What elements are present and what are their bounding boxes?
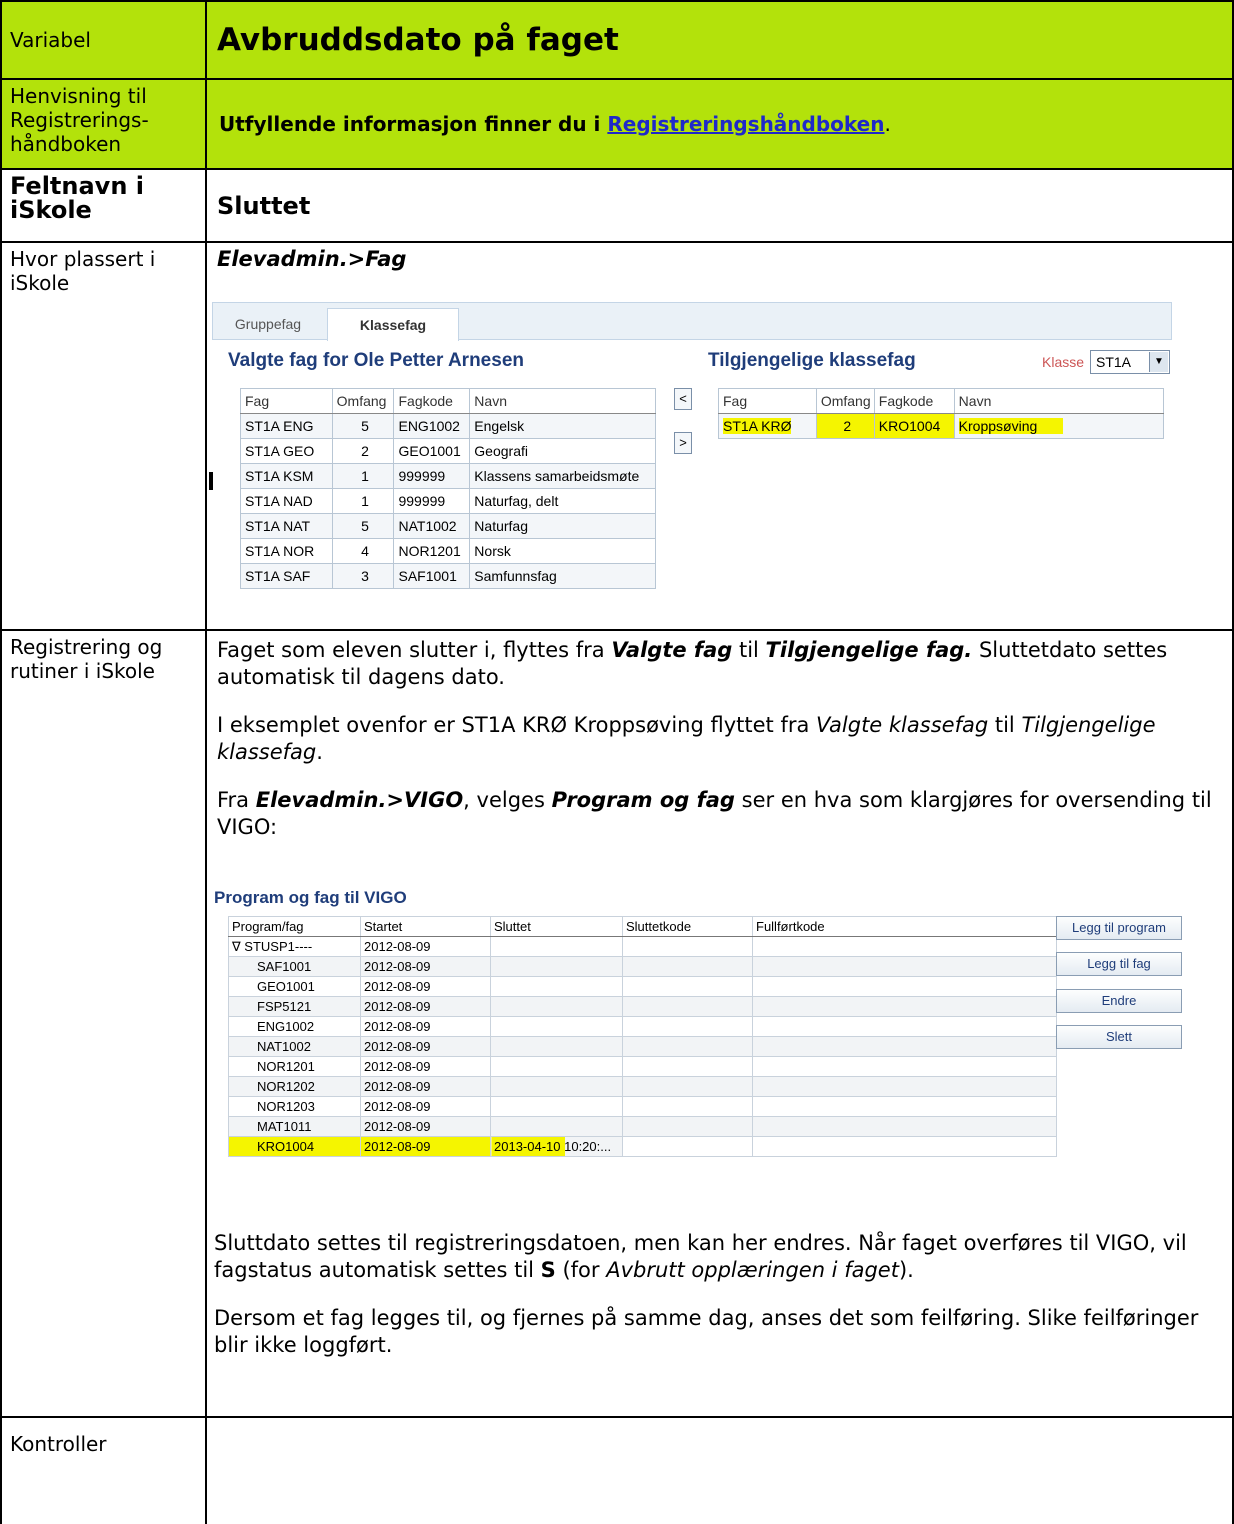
- legg-til-fag-button[interactable]: Legg til fag: [1056, 952, 1182, 976]
- col-navn[interactable]: Navn: [953, 388, 1165, 414]
- table-header: Program/fag Startet Sluttet Sluttetkode …: [228, 916, 1057, 937]
- label-hvor: Hvor plassert i iSkole: [0, 241, 207, 631]
- table-row[interactable]: ST1A ENG 5 ENG1002 Engelsk: [240, 413, 656, 439]
- hvor-path-text: Elevadmin.>Fag: [217, 247, 407, 271]
- row-variabel: Variabel Avbruddsdato på faget: [0, 0, 1234, 80]
- row-kontroller: Kontroller: [0, 1416, 1234, 1524]
- table-row[interactable]: ST1A NOR 4 NOR1201 Norsk: [240, 538, 656, 564]
- table-row[interactable]: ST1A SAF 3 SAF1001 Samfunnsfag: [240, 563, 656, 589]
- table-row[interactable]: SAF1001 2012-08-09: [228, 956, 1057, 977]
- col-fag[interactable]: Fag: [718, 388, 817, 414]
- col-program-fag[interactable]: Program/fag: [228, 916, 361, 937]
- paragraph-4: Sluttdato settes til registreringsdatoen…: [214, 1231, 1187, 1282]
- table-header: Fag Omfang Fagkode Navn: [240, 388, 656, 414]
- henvisning-suffix: .: [884, 112, 891, 136]
- chevron-down-icon[interactable]: ▼: [1149, 352, 1168, 372]
- table-row[interactable]: NAT1002 2012-08-09: [228, 1036, 1057, 1057]
- table-row[interactable]: ∇ STUSP1---- 2012-08-09: [228, 936, 1057, 957]
- tab-klassefag[interactable]: Klassefag: [327, 308, 459, 341]
- paragraph-1: Faget som eleven slutter i, flyttes fra …: [217, 638, 1168, 689]
- col-sluttetkode[interactable]: Sluttetkode: [622, 916, 753, 937]
- registreringshandboken-link[interactable]: Registreringshåndboken: [607, 112, 884, 136]
- tab-bar: Gruppefag Klassefag: [212, 302, 1172, 341]
- col-omfang[interactable]: Omfang: [331, 388, 395, 414]
- col-fagkode[interactable]: Fagkode: [873, 388, 955, 414]
- klasse-select[interactable]: ST1A ▼: [1090, 350, 1170, 374]
- label-variabel: Variabel: [0, 0, 207, 80]
- label-henvisning: Henvisning til Registrerings-håndboken: [0, 78, 207, 170]
- page-title: Avbruddsdato på faget: [205, 0, 1234, 80]
- table-row[interactable]: NOR1203 2012-08-09: [228, 1096, 1057, 1117]
- paragraph-2: I eksemplet ovenfor er ST1A KRØ Kroppsøv…: [217, 713, 1156, 764]
- henvisning-text: Utfyllende informasjon finner du i Regis…: [205, 78, 1234, 170]
- fag-screenshot: Gruppefag Klassefag Valgte fag for Ole P…: [209, 302, 1172, 600]
- table-row[interactable]: KRO1004 2012-08-09 2013-04-10 10:20:...: [228, 1136, 1057, 1157]
- table-row[interactable]: NOR1201 2012-08-09: [228, 1056, 1057, 1077]
- move-left-button[interactable]: <: [674, 388, 692, 410]
- valgte-fag-table: Fag Omfang Fagkode Navn ST1A ENG 5 ENG1002…: [240, 388, 656, 589]
- endre-button[interactable]: Endre: [1056, 989, 1182, 1013]
- row-henvisning: Henvisning til Registrerings-håndboken U…: [0, 78, 1234, 170]
- table-header: Fag Omfang Fagkode Navn: [718, 388, 1165, 414]
- vigo-table: Program/fag Startet Sluttet Sluttetkode …: [228, 916, 1057, 1157]
- col-startet[interactable]: Startet: [360, 916, 491, 937]
- slett-button[interactable]: Slett: [1056, 1025, 1182, 1049]
- legg-til-program-button[interactable]: Legg til program: [1056, 916, 1182, 940]
- table-row[interactable]: NOR1202 2012-08-09: [228, 1076, 1057, 1097]
- feltnavn-value: Sluttet: [205, 168, 1234, 243]
- table-row[interactable]: ST1A NAD 1 999999 Naturfag, delt: [240, 488, 656, 514]
- page: Variabel Avbruddsdato på faget Henvisnin…: [0, 0, 1234, 1524]
- col-fagkode[interactable]: Fagkode: [393, 388, 471, 414]
- col-sluttet[interactable]: Sluttet: [490, 916, 623, 937]
- klasse-label: Klasse: [1042, 354, 1085, 370]
- henvisning-prefix: Utfyllende informasjon finner du i: [219, 112, 608, 136]
- col-omfang[interactable]: Omfang: [815, 388, 875, 414]
- splitter-handle[interactable]: [209, 472, 213, 490]
- vigo-title: Program og fag til VIGO: [214, 888, 407, 907]
- kontroller-value: [205, 1416, 1234, 1524]
- tilgjengelige-table: Fag Omfang Fagkode Navn ST1A KRØ 2 KRO10…: [718, 388, 1165, 439]
- table-row[interactable]: GEO1001 2012-08-09: [228, 976, 1057, 997]
- tilgjengelige-title: Tilgjengelige klassefag: [708, 350, 916, 371]
- label-feltnavn: Feltnavn i iSkole: [0, 168, 207, 243]
- table-row[interactable]: FSP5121 2012-08-09: [228, 996, 1057, 1017]
- table-row[interactable]: ST1A GEO 2 GEO1001 Geografi: [240, 438, 656, 464]
- move-right-button[interactable]: >: [674, 432, 692, 454]
- paragraph-3: Fra Elevadmin.>VIGO, velges Program og f…: [217, 788, 1212, 839]
- table-row[interactable]: ST1A KRØ 2 KRO1004 Kroppsøving: [718, 413, 1165, 439]
- row-feltnavn: Feltnavn i iSkole Sluttet: [0, 168, 1234, 243]
- label-kontroller: Kontroller: [0, 1416, 207, 1524]
- table-row[interactable]: MAT1011 2012-08-09: [228, 1116, 1057, 1137]
- klasse-value: ST1A: [1096, 354, 1132, 370]
- table-row[interactable]: ENG1002 2012-08-09: [228, 1016, 1057, 1037]
- label-registrering: Registrering og rutiner i iSkole: [0, 629, 207, 1418]
- vigo-screenshot: Program og fag til VIGO Program/fag Star…: [214, 888, 1194, 1208]
- valgte-fag-title: Valgte fag for Ole Petter Arnesen: [228, 350, 524, 371]
- tab-gruppefag[interactable]: Gruppefag: [223, 308, 313, 341]
- paragraph-5: Dersom et fag legges til, og fjernes på …: [214, 1306, 1199, 1357]
- col-navn[interactable]: Navn: [469, 388, 656, 414]
- table-row[interactable]: ST1A NAT 5 NAT1002 Naturfag: [240, 513, 656, 539]
- table-row[interactable]: ST1A KSM 1 999999 Klassens samarbeidsmøte: [240, 463, 656, 489]
- registrering-notes: Sluttdato settes til registreringsdatoen…: [214, 1230, 1224, 1359]
- col-fullfortkode[interactable]: Fullførtkode: [752, 916, 1057, 937]
- col-fag[interactable]: Fag: [240, 388, 333, 414]
